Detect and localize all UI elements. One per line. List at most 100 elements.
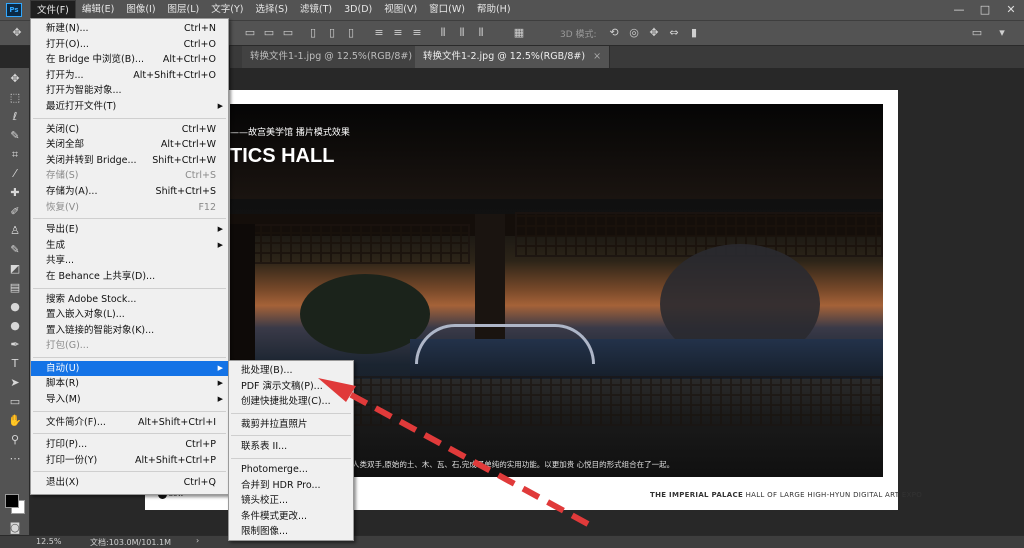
path-select-tool-icon[interactable]: ➤ xyxy=(6,375,24,391)
3d-scale-icon[interactable]: ▮ xyxy=(687,26,701,40)
menu-3d[interactable]: 3D(D) xyxy=(338,0,378,20)
menu-image[interactable]: 图像(I) xyxy=(120,0,161,20)
workspace-dropdown-icon[interactable]: ▾ xyxy=(995,26,1009,40)
3d-roll-icon[interactable]: ◎ xyxy=(627,26,641,40)
maximize-button[interactable]: □ xyxy=(972,0,998,20)
lasso-tool-icon[interactable]: ℓ xyxy=(6,109,24,125)
file-menu-item[interactable]: 恢复(V) F12 xyxy=(31,200,228,216)
align-bottom-icon[interactable]: ▭ xyxy=(281,26,295,40)
automate-menu-item[interactable]: 限制图像... xyxy=(229,524,353,540)
foreground-color-swatch[interactable] xyxy=(5,494,19,508)
3d-orbit-icon[interactable]: ⟲ xyxy=(607,26,621,40)
healing-brush-icon[interactable]: ✚ xyxy=(6,185,24,201)
crop-tool-icon[interactable]: ⌗ xyxy=(6,147,24,163)
menu-help[interactable]: 帮助(H) xyxy=(471,0,517,20)
automate-menu-item[interactable]: 联系表 II... xyxy=(229,439,353,455)
file-menu-item[interactable]: 文件简介(F)... Alt+Shift+Ctrl+I xyxy=(31,415,228,431)
workspace-icon[interactable]: ▭ xyxy=(970,26,984,40)
more-tools-icon[interactable]: ⋯ xyxy=(6,451,24,467)
file-menu-item[interactable]: 在 Bridge 中浏览(B)... Alt+Ctrl+O xyxy=(31,52,228,68)
file-menu-item[interactable]: 退出(X) Ctrl+Q xyxy=(31,475,228,491)
file-menu-item[interactable]: 新建(N)... Ctrl+N xyxy=(31,21,228,37)
file-menu-item[interactable]: 自动(U) ▶ xyxy=(31,360,228,377)
automate-menu-item[interactable]: 条件模式更改... xyxy=(229,509,353,525)
menu-layer[interactable]: 图层(L) xyxy=(162,0,206,20)
tab-document-1[interactable]: 转换文件1-1.jpg @ 12.5%(RGB/8#)× xyxy=(242,46,438,68)
distribute-left-icon[interactable]: ⦀ xyxy=(436,26,450,40)
tab-document-2[interactable]: 转换文件1-2.jpg @ 12.5%(RGB/8#) × xyxy=(415,46,611,68)
brush-tool-icon[interactable]: ✐ xyxy=(6,204,24,220)
file-menu-item[interactable]: 打印(P)... Ctrl+P xyxy=(31,437,228,453)
move-tool-icon[interactable]: ✥ xyxy=(10,26,24,40)
eraser-tool-icon[interactable]: ◩ xyxy=(6,261,24,277)
minimize-button[interactable]: — xyxy=(946,0,972,20)
file-menu-item[interactable]: 最近打开文件(T) ▶ xyxy=(31,99,228,115)
file-menu-item[interactable]: 关闭全部 Alt+Ctrl+W xyxy=(31,137,228,153)
pen-tool-icon[interactable]: ✒ xyxy=(6,337,24,353)
file-menu-item[interactable]: 打开为... Alt+Shift+Ctrl+O xyxy=(31,68,228,84)
file-menu-item[interactable]: 打开(O)... Ctrl+O xyxy=(31,37,228,53)
3d-pan-icon[interactable]: ✥ xyxy=(647,26,661,40)
menu-type[interactable]: 文字(Y) xyxy=(205,0,249,20)
file-menu-item[interactable]: 存储为(A)... Shift+Ctrl+S xyxy=(31,184,228,200)
automate-menu-item[interactable]: 裁剪并拉直照片 xyxy=(229,417,353,433)
file-menu-item[interactable]: 关闭(C) Ctrl+W xyxy=(31,122,228,138)
automate-menu-item[interactable]: Photomerge... xyxy=(229,462,353,478)
distribute-center-icon[interactable]: ⦀ xyxy=(455,26,469,40)
align-top-icon[interactable]: ▭ xyxy=(243,26,257,40)
auto-align-icon[interactable]: ▦ xyxy=(512,26,526,40)
file-menu-item[interactable]: 置入嵌入对象(L)... xyxy=(31,307,228,323)
file-menu-item[interactable]: 打开为智能对象... xyxy=(31,83,228,99)
align-left-icon[interactable]: ▯ xyxy=(306,26,320,40)
shape-tool-icon[interactable]: ▭ xyxy=(6,394,24,410)
marquee-tool-icon[interactable]: ⬚ xyxy=(6,90,24,106)
zoom-level[interactable]: 12.5% xyxy=(36,537,61,546)
file-menu-item[interactable]: 搜索 Adobe Stock... xyxy=(31,292,228,308)
quick-select-tool-icon[interactable]: ✎ xyxy=(6,128,24,144)
align-right-icon[interactable]: ▯ xyxy=(344,26,358,40)
dodge-tool-icon[interactable]: ● xyxy=(6,318,24,334)
align-center-icon[interactable]: ▯ xyxy=(325,26,339,40)
clone-stamp-icon[interactable]: ♙ xyxy=(6,223,24,239)
file-menu-item[interactable]: 在 Behance 上共享(D)... xyxy=(31,269,228,285)
file-menu-item[interactable]: 置入链接的智能对象(K)... xyxy=(31,323,228,339)
history-brush-icon[interactable]: ✎ xyxy=(6,242,24,258)
align-middle-icon[interactable]: ▭ xyxy=(262,26,276,40)
tab-close-icon[interactable]: × xyxy=(593,51,601,62)
distribute-right-icon[interactable]: ⦀ xyxy=(474,26,488,40)
menu-window[interactable]: 窗口(W) xyxy=(423,0,471,20)
file-menu-item[interactable]: 导入(M) ▶ xyxy=(31,392,228,408)
file-menu-item[interactable]: 打印一份(Y) Alt+Shift+Ctrl+P xyxy=(31,453,228,469)
menu-view[interactable]: 视图(V) xyxy=(378,0,423,20)
quick-mask-icon[interactable]: ◙ xyxy=(6,520,24,536)
zoom-tool-icon[interactable]: ⚲ xyxy=(6,432,24,448)
distribute-bottom-icon[interactable]: ≡ xyxy=(410,26,424,40)
menu-select[interactable]: 选择(S) xyxy=(249,0,293,20)
automate-menu-item[interactable]: 创建快捷批处理(C)... xyxy=(229,394,353,410)
menu-edit[interactable]: 编辑(E) xyxy=(76,0,120,20)
hand-tool-icon[interactable]: ✋ xyxy=(6,413,24,429)
type-tool-icon[interactable]: T xyxy=(6,356,24,372)
automate-menu-item[interactable]: PDF 演示文稿(P)... xyxy=(229,379,353,395)
automate-menu-item[interactable]: 镜头校正... xyxy=(229,493,353,509)
blur-tool-icon[interactable]: ● xyxy=(6,299,24,315)
automate-menu-item[interactable]: 批处理(B)... xyxy=(229,363,353,379)
eyedropper-tool-icon[interactable]: ⁄ xyxy=(6,166,24,182)
automate-menu-item[interactable]: 合并到 HDR Pro... xyxy=(229,478,353,494)
close-window-button[interactable]: ✕ xyxy=(998,0,1024,20)
file-menu-item[interactable]: 存储(S) Ctrl+S xyxy=(31,168,228,184)
status-expand-icon[interactable]: › xyxy=(196,536,199,545)
file-menu-item[interactable]: 脚本(R) ▶ xyxy=(31,376,228,392)
file-menu-item[interactable]: 关闭并转到 Bridge... Shift+Ctrl+W xyxy=(31,153,228,169)
file-menu-item[interactable]: 共享... xyxy=(31,253,228,269)
gradient-tool-icon[interactable]: ▤ xyxy=(6,280,24,296)
distribute-middle-icon[interactable]: ≡ xyxy=(391,26,405,40)
distribute-top-icon[interactable]: ≡ xyxy=(372,26,386,40)
file-menu-item[interactable]: 导出(E) ▶ xyxy=(31,222,228,238)
menu-file[interactable]: 文件(F) xyxy=(30,0,76,20)
file-menu-item[interactable]: 生成 ▶ xyxy=(31,238,228,254)
3d-slide-icon[interactable]: ⇔ xyxy=(667,26,681,40)
menu-filter[interactable]: 滤镜(T) xyxy=(294,0,338,20)
file-menu-item[interactable]: 打包(G)... xyxy=(31,338,228,354)
move-tool-icon[interactable]: ✥ xyxy=(6,71,24,87)
